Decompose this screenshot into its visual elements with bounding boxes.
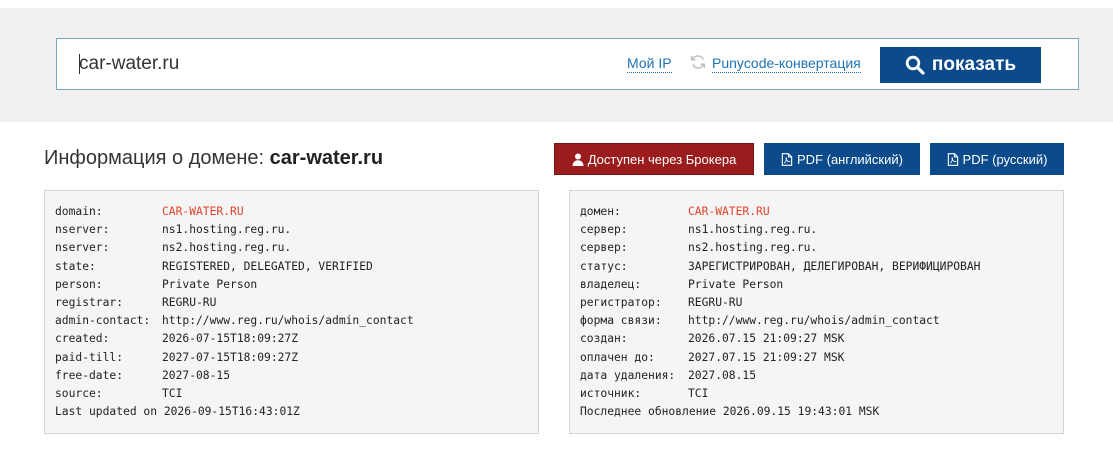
whois-row-domain: домен: CAR-WATER.RU [580,203,1063,221]
whois-value: Private Person [162,277,258,291]
domain-search-input[interactable] [79,52,579,76]
punycode-link[interactable]: Punycode-конвертация [712,55,861,73]
whois-row: created: 2026-07-15T18:09:27Z [55,330,538,348]
whois-value: REGISTERED, DELEGATED, VERIFIED [162,259,373,273]
whois-footer: Last updated on 2026-09-15T16:43:01Z [55,403,538,421]
whois-value: 2027-07-15T18:09:27Z [162,350,299,364]
broker-button-label: Доступен через Брокера [587,151,737,167]
whois-key: registrar: [55,296,124,310]
whois-row: registrar: REGRU-RU [55,294,538,312]
whois-key: nserver: [55,223,110,237]
whois-key: admin-contact: [55,314,151,328]
whois-value: TCI [688,387,709,401]
whois-key: domain: [55,205,103,218]
whois-value: http://www.reg.ru/whois/admin_contact [162,314,414,328]
whois-row: paid-till: 2027-07-15T18:09:27Z [55,349,538,367]
whois-row: источник: TCI [580,385,1063,403]
pdf-english-button[interactable]: PDF (английский) [764,143,920,175]
whois-key: создан: [580,332,628,346]
whois-value: 2027.07.15 21:09:27 MSK [688,350,845,364]
whois-value: ns1.hosting.reg.ru. [688,223,818,237]
pdf-english-label: PDF (английский) [797,151,903,167]
page-title-domain: car-water.ru [269,147,384,169]
show-button-label: показать [931,54,1017,75]
whois-value: 2026.07.15 21:09:27 MSK [688,332,845,346]
whois-key: оплачен до: [580,350,655,364]
show-button[interactable]: показать [880,47,1041,83]
whois-row: state: REGISTERED, DELEGATED, VERIFIED [55,258,538,276]
whois-key: регистратор: [580,296,662,310]
whois-row: создан: 2026.07.15 21:09:27 MSK [580,330,1063,348]
whois-value: ns2.hosting.reg.ru. [688,241,818,255]
whois-value: ЗАРЕГИСТРИРОВАН, ДЕЛЕГИРОВАН, ВЕРИФИЦИРО… [688,259,981,273]
whois-row: nserver: ns1.hosting.reg.ru. [55,221,538,239]
whois-value: ns2.hosting.reg.ru. [162,241,292,255]
whois-value: ns1.hosting.reg.ru. [162,223,292,237]
whois-row-domain: domain: CAR-WATER.RU [55,203,538,221]
whois-domain-value: CAR-WATER.RU [688,205,770,218]
whois-row: person: Private Person [55,276,538,294]
whois-value: Private Person [688,277,784,291]
whois-value: REGRU-RU [688,296,743,310]
whois-row: сервер: ns2.hosting.reg.ru. [580,239,1063,257]
page-title: Информация о домене: car-water.ru [44,147,383,170]
text-caret [79,54,80,74]
whois-key: nserver: [55,241,110,255]
whois-value: 2027.08.15 [688,368,757,382]
whois-row: оплачен до: 2027.07.15 21:09:27 MSK [580,349,1063,367]
whois-value: http://www.reg.ru/whois/admin_contact [688,314,940,328]
whois-row: дата удаления: 2027.08.15 [580,367,1063,385]
whois-russian-panel: домен: CAR-WATER.RU сервер: ns1.hosting.re… [569,190,1064,434]
search-icon [905,55,925,75]
whois-row: регистратор: REGRU-RU [580,294,1063,312]
whois-last-updated: Last updated on 2026-09-15T16:43:01Z [55,405,300,419]
whois-last-updated: Последнее обновление 2026.09.15 19:43:01… [580,405,880,419]
whois-footer: Последнее обновление 2026.09.15 19:43:01… [580,403,1063,421]
whois-row: source: TCI [55,385,538,403]
whois-key: created: [55,332,110,346]
whois-key: сервер: [580,223,628,237]
my-ip-link[interactable]: Мой IP [627,55,672,73]
whois-row: форма связи: http://www.reg.ru/whois/admi… [580,312,1063,330]
whois-value: 2027-08-15 [162,368,231,382]
user-icon [572,153,584,166]
whois-key: сервер: [580,241,628,255]
whois-key: статус: [580,259,628,273]
pdf-file-icon [947,152,958,166]
broker-button[interactable]: Доступен через Брокера [554,143,754,175]
pdf-file-icon [781,152,793,166]
whois-key: person: [55,277,103,291]
whois-row: владелец: Private Person [580,276,1063,294]
whois-row: nserver: ns2.hosting.reg.ru. [55,239,538,257]
pdf-russian-label: PDF (русский) [962,151,1048,167]
whois-english-panel: domain: CAR-WATER.RU nserver: ns1.hosting.… [44,190,539,434]
pdf-russian-button[interactable]: PDF (русский) [930,143,1064,175]
whois-value: 2026-07-15T18:09:27Z [162,332,299,346]
whois-key: paid-till: [55,350,124,364]
whois-key: источник: [580,387,642,401]
search-band: Мой IP Punycode-конвертация показать [0,8,1113,122]
whois-key: free-date: [55,368,124,382]
whois-key: дата удаления: [580,368,676,382]
whois-row: сервер: ns1.hosting.reg.ru. [580,221,1063,239]
whois-key: source: [55,387,103,401]
whois-row: статус: ЗАРЕГИСТРИРОВАН, ДЕЛЕГИРОВАН, ВЕР… [580,258,1063,276]
whois-row: free-date: 2027-08-15 [55,367,538,385]
page-title-prefix: Информация о домене: [44,147,270,169]
whois-value: TCI [162,387,183,401]
whois-domain-value: CAR-WATER.RU [162,205,244,218]
whois-key: форма связи: [580,314,662,328]
search-box: Мой IP Punycode-конвертация показать [56,38,1079,90]
whois-value: REGRU-RU [162,296,217,310]
refresh-icon [690,55,706,69]
whois-row: admin-contact: http://www.reg.ru/whois/ad… [55,312,538,330]
whois-key: домен: [580,205,621,218]
whois-key: state: [55,259,96,273]
whois-key: владелец: [580,277,642,291]
